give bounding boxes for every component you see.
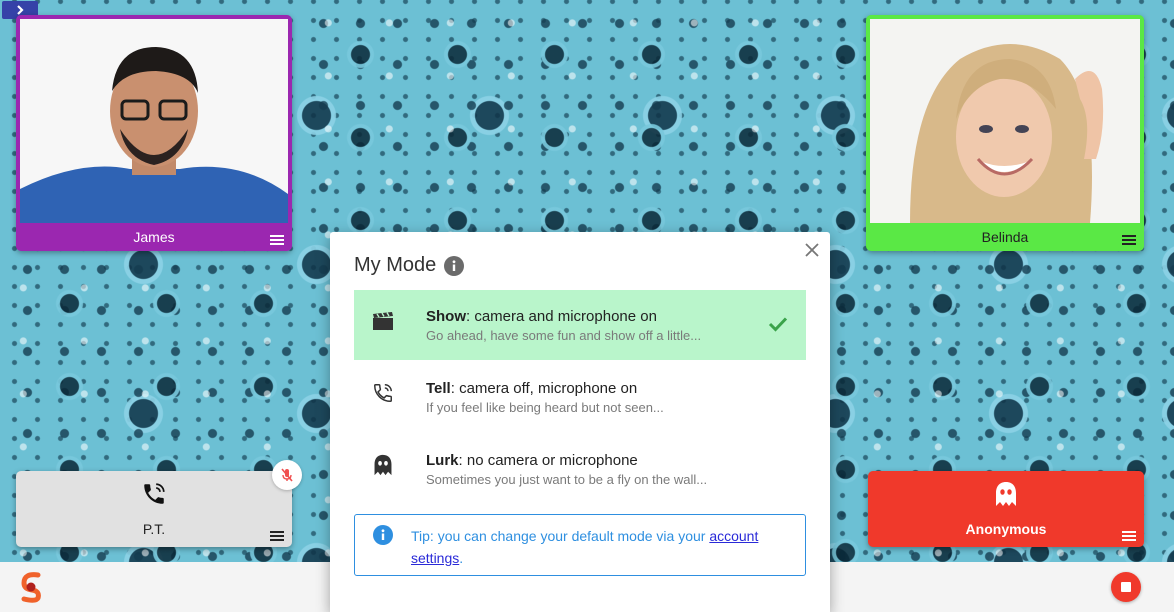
account-settings-link[interactable]: settings: [411, 550, 459, 566]
info-icon: [373, 525, 393, 545]
account-settings-link[interactable]: account: [709, 528, 758, 544]
participant-video-james: [20, 19, 288, 223]
participant-name-anonymous: Anonymous: [965, 521, 1047, 537]
mode-option-description: If you feel like being heard but not see…: [426, 400, 664, 415]
participant-tile-anonymous[interactable]: Anonymous: [868, 471, 1144, 547]
menu-icon[interactable]: [1122, 235, 1136, 245]
tip-text: Tip: you can change your default mode vi…: [411, 528, 759, 566]
stop-icon: [1121, 582, 1131, 592]
participant-name-belinda: Belinda: [981, 229, 1029, 245]
participant-video-belinda: [870, 19, 1140, 223]
my-mode-dialog: My Mode Show: camera and microphone on G…: [330, 232, 830, 612]
mic-muted-badge: [272, 460, 302, 490]
menu-icon[interactable]: [1122, 531, 1136, 541]
close-icon[interactable]: [804, 242, 820, 258]
info-icon[interactable]: [444, 255, 465, 276]
mode-option-description: Sometimes you just want to be a fly on t…: [426, 472, 708, 487]
participant-name-james: James: [133, 229, 175, 245]
mode-option-heading: Show: camera and microphone on: [426, 308, 657, 325]
dialog-title: My Mode: [354, 254, 465, 277]
mode-option-show[interactable]: Show: camera and microphone on Go ahead,…: [354, 290, 806, 360]
participant-name-pt: P.T.: [142, 521, 166, 537]
ghost-icon: [996, 482, 1016, 506]
checkmark-icon: [768, 317, 788, 332]
participant-tile-pt[interactable]: P.T.: [16, 471, 292, 547]
mode-option-heading: Tell: camera off, microphone on: [426, 380, 638, 397]
dialog-title-text: My Mode: [354, 254, 437, 276]
mode-option-description: Go ahead, have some fun and show off a l…: [426, 328, 702, 343]
participant-tile-belinda[interactable]: Belinda: [866, 15, 1144, 251]
clapperboard-icon: [373, 312, 393, 330]
stop-button[interactable]: [1111, 572, 1141, 602]
phone-icon: [144, 483, 165, 504]
mode-option-tell[interactable]: Tell: camera off, microphone on If you f…: [354, 362, 806, 432]
tip-box: Tip: you can change your default mode vi…: [354, 514, 806, 576]
phone-icon: [374, 384, 392, 402]
mode-option-lurk[interactable]: Lurk: no camera or microphone Sometimes …: [354, 434, 806, 504]
menu-icon[interactable]: [270, 531, 284, 541]
app-logo-icon: [21, 572, 41, 603]
menu-icon[interactable]: [270, 235, 284, 245]
participant-tile-james[interactable]: James: [16, 15, 292, 251]
mode-option-heading: Lurk: no camera or microphone: [426, 452, 638, 469]
mic-off-icon: [281, 468, 293, 482]
ghost-icon: [374, 454, 392, 476]
